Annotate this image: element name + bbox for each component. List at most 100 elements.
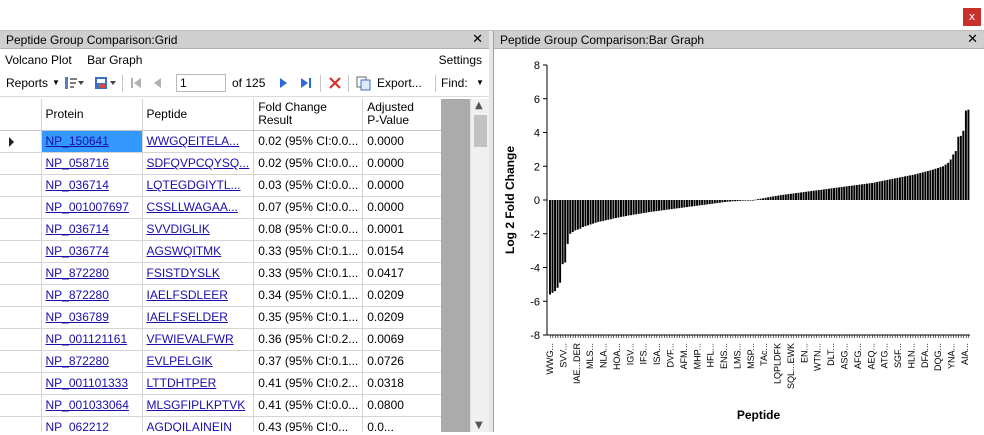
- scroll-up-chevron-icon[interactable]: ▲: [475, 100, 483, 111]
- row-header[interactable]: [0, 416, 42, 432]
- peptide-cell[interactable]: EVLPELGIK: [142, 350, 255, 373]
- table-row[interactable]: NP_036714 LQTEGDGIYTL... 0.03 (95% CI:0.0.…: [0, 174, 463, 197]
- export-button[interactable]: Export...: [355, 71, 422, 95]
- first-page-button[interactable]: [128, 71, 144, 95]
- filter-dropdown-button[interactable]: [94, 71, 118, 95]
- protein-cell[interactable]: NP_036774: [41, 240, 143, 263]
- protein-link[interactable]: NP_036714: [46, 222, 109, 236]
- protein-link[interactable]: NP_872280: [46, 288, 109, 302]
- row-header[interactable]: [0, 306, 42, 329]
- protein-cell[interactable]: NP_058716: [41, 152, 143, 175]
- peptide-link[interactable]: FSISTDYSLK: [147, 266, 220, 280]
- peptide-cell[interactable]: LTTDHTPER: [142, 372, 255, 395]
- protein-link[interactable]: NP_036774: [46, 244, 109, 258]
- peptide-cell[interactable]: LQTEGDGIYTL...: [142, 174, 255, 197]
- protein-cell[interactable]: NP_001101333: [41, 372, 143, 395]
- row-header[interactable]: [0, 240, 42, 263]
- table-row[interactable]: NP_036714 SVVDIGLIK 0.08 (95% CI:0.0... 0.0…: [0, 218, 463, 241]
- table-row[interactable]: NP_001007697 CSSLLWAGAA... 0.07 (95% CI:0.…: [0, 196, 463, 219]
- peptide-cell[interactable]: FSISTDYSLK: [142, 262, 255, 285]
- protein-link[interactable]: NP_150641: [46, 134, 109, 148]
- table-row[interactable]: NP_036774 AGSWQITMK 0.33 (95% CI:0.1... 0.0…: [0, 240, 463, 263]
- row-header[interactable]: [0, 218, 42, 241]
- peptide-cell[interactable]: VFWIEVALFWR: [142, 328, 255, 351]
- previous-page-button[interactable]: [150, 71, 164, 95]
- protein-link[interactable]: NP_058716: [46, 156, 109, 170]
- protein-link[interactable]: NP_001007697: [46, 200, 129, 214]
- peptide-cell[interactable]: SVVDIGLIK: [142, 218, 255, 241]
- column-header-protein[interactable]: Protein: [41, 99, 143, 131]
- row-header[interactable]: [0, 152, 42, 175]
- protein-cell[interactable]: NP_001007697: [41, 196, 143, 219]
- protein-cell[interactable]: NP_872280: [41, 262, 143, 285]
- reports-dropdown-button[interactable]: Reports ▼: [6, 71, 60, 95]
- protein-cell[interactable]: NP_036714: [41, 218, 143, 241]
- bar-graph-menu-item[interactable]: Bar Graph: [87, 53, 142, 67]
- row-header[interactable]: [0, 262, 42, 285]
- protein-cell[interactable]: NP_001033064: [41, 394, 143, 417]
- row-header[interactable]: [0, 372, 42, 395]
- protein-link[interactable]: NP_001101333: [46, 376, 129, 390]
- peptide-link[interactable]: IAELFSELDER: [147, 310, 228, 324]
- peptide-link[interactable]: LQTEGDGIYTL...: [147, 178, 241, 192]
- peptide-link[interactable]: EVLPELGIK: [147, 354, 213, 368]
- volcano-plot-menu-item[interactable]: Volcano Plot: [5, 53, 72, 67]
- row-header[interactable]: [0, 174, 42, 197]
- protein-link[interactable]: NP_062212: [46, 420, 109, 432]
- bar-graph-pane-close-icon[interactable]: ✕: [967, 31, 978, 49]
- table-row[interactable]: NP_036789 IAELFSELDER 0.35 (95% CI:0.1... 0…: [0, 306, 463, 329]
- protein-link[interactable]: NP_872280: [46, 354, 109, 368]
- protein-link[interactable]: NP_001033064: [46, 398, 129, 412]
- protein-link[interactable]: NP_036789: [46, 310, 109, 324]
- row-header[interactable]: [0, 284, 42, 307]
- protein-cell[interactable]: NP_150641: [41, 130, 143, 153]
- table-row[interactable]: NP_872280 IAELFSDLEER 0.34 (95% CI:0.1... 0…: [0, 284, 463, 307]
- protein-cell[interactable]: NP_872280: [41, 284, 143, 307]
- protein-cell[interactable]: NP_036714: [41, 174, 143, 197]
- row-header[interactable]: [0, 350, 42, 373]
- peptide-link[interactable]: SVVDIGLIK: [147, 222, 210, 236]
- column-header-fold-change[interactable]: Fold Change Result: [253, 99, 364, 131]
- column-chooser-button[interactable]: [64, 71, 86, 95]
- peptide-cell[interactable]: AGDQILAINEIN: [142, 416, 255, 432]
- protein-cell[interactable]: NP_062212: [41, 416, 143, 432]
- window-close-button[interactable]: x: [963, 8, 981, 26]
- protein-link[interactable]: NP_001121161: [46, 332, 128, 346]
- peptide-cell[interactable]: AGSWQITMK: [142, 240, 255, 263]
- row-header[interactable]: [0, 196, 42, 219]
- peptide-link[interactable]: IAELFSDLEER: [147, 288, 228, 302]
- peptide-link[interactable]: VFWIEVALFWR: [147, 332, 234, 346]
- grid-vertical-scrollbar[interactable]: ▲ ▼: [470, 99, 489, 432]
- peptide-link[interactable]: AGDQILAINEIN: [147, 420, 232, 432]
- peptide-link[interactable]: MLSGFIPLKPTVK: [147, 398, 246, 412]
- table-row[interactable]: NP_150641 WWGQEITELA... 0.02 (95% CI:0.0..…: [0, 130, 463, 153]
- peptide-link[interactable]: AGSWQITMK: [147, 244, 222, 258]
- page-number-input[interactable]: [176, 74, 226, 92]
- last-page-button[interactable]: [298, 71, 314, 95]
- settings-menu-item[interactable]: Settings: [439, 49, 482, 71]
- protein-link[interactable]: NP_036714: [46, 178, 109, 192]
- scrollbar-thumb[interactable]: [474, 115, 487, 147]
- row-header[interactable]: [0, 328, 42, 351]
- table-row[interactable]: NP_062212 AGDQILAINEIN 0.43 (95% CI:0... 0.…: [0, 416, 463, 432]
- peptide-cell[interactable]: IAELFSDLEER: [142, 284, 255, 307]
- peptide-cell[interactable]: SDFQVPCQYSQ...: [142, 152, 255, 175]
- peptide-link[interactable]: SDFQVPCQYSQ...: [147, 156, 250, 170]
- peptide-link[interactable]: WWGQEITELA...: [147, 134, 240, 148]
- peptide-cell[interactable]: WWGQEITELA...: [142, 130, 255, 153]
- row-header[interactable]: [0, 394, 42, 417]
- table-row[interactable]: NP_872280 EVLPELGIK 0.37 (95% CI:0.1... 0.0…: [0, 350, 463, 373]
- table-row[interactable]: NP_872280 FSISTDYSLK 0.33 (95% CI:0.1... 0.…: [0, 262, 463, 285]
- grid-pane-close-icon[interactable]: ✕: [472, 31, 483, 49]
- next-page-button[interactable]: [276, 71, 290, 95]
- peptide-link[interactable]: LTTDHTPER: [147, 376, 217, 390]
- protein-cell[interactable]: NP_872280: [41, 350, 143, 373]
- column-header-peptide[interactable]: Peptide: [142, 99, 255, 131]
- scroll-down-chevron-icon[interactable]: ▼: [475, 420, 483, 431]
- table-row[interactable]: NP_001033064 MLSGFIPLKPTVK 0.41 (95% CI:0.…: [0, 394, 463, 417]
- protein-link[interactable]: NP_872280: [46, 266, 109, 280]
- protein-cell[interactable]: NP_001121161: [41, 328, 143, 351]
- table-row[interactable]: NP_001101333 LTTDHTPER 0.41 (95% CI:0.2...…: [0, 372, 463, 395]
- peptide-cell[interactable]: IAELFSELDER: [142, 306, 255, 329]
- table-row[interactable]: NP_001121161 VFWIEVALFWR 0.36 (95% CI:0.2.…: [0, 328, 463, 351]
